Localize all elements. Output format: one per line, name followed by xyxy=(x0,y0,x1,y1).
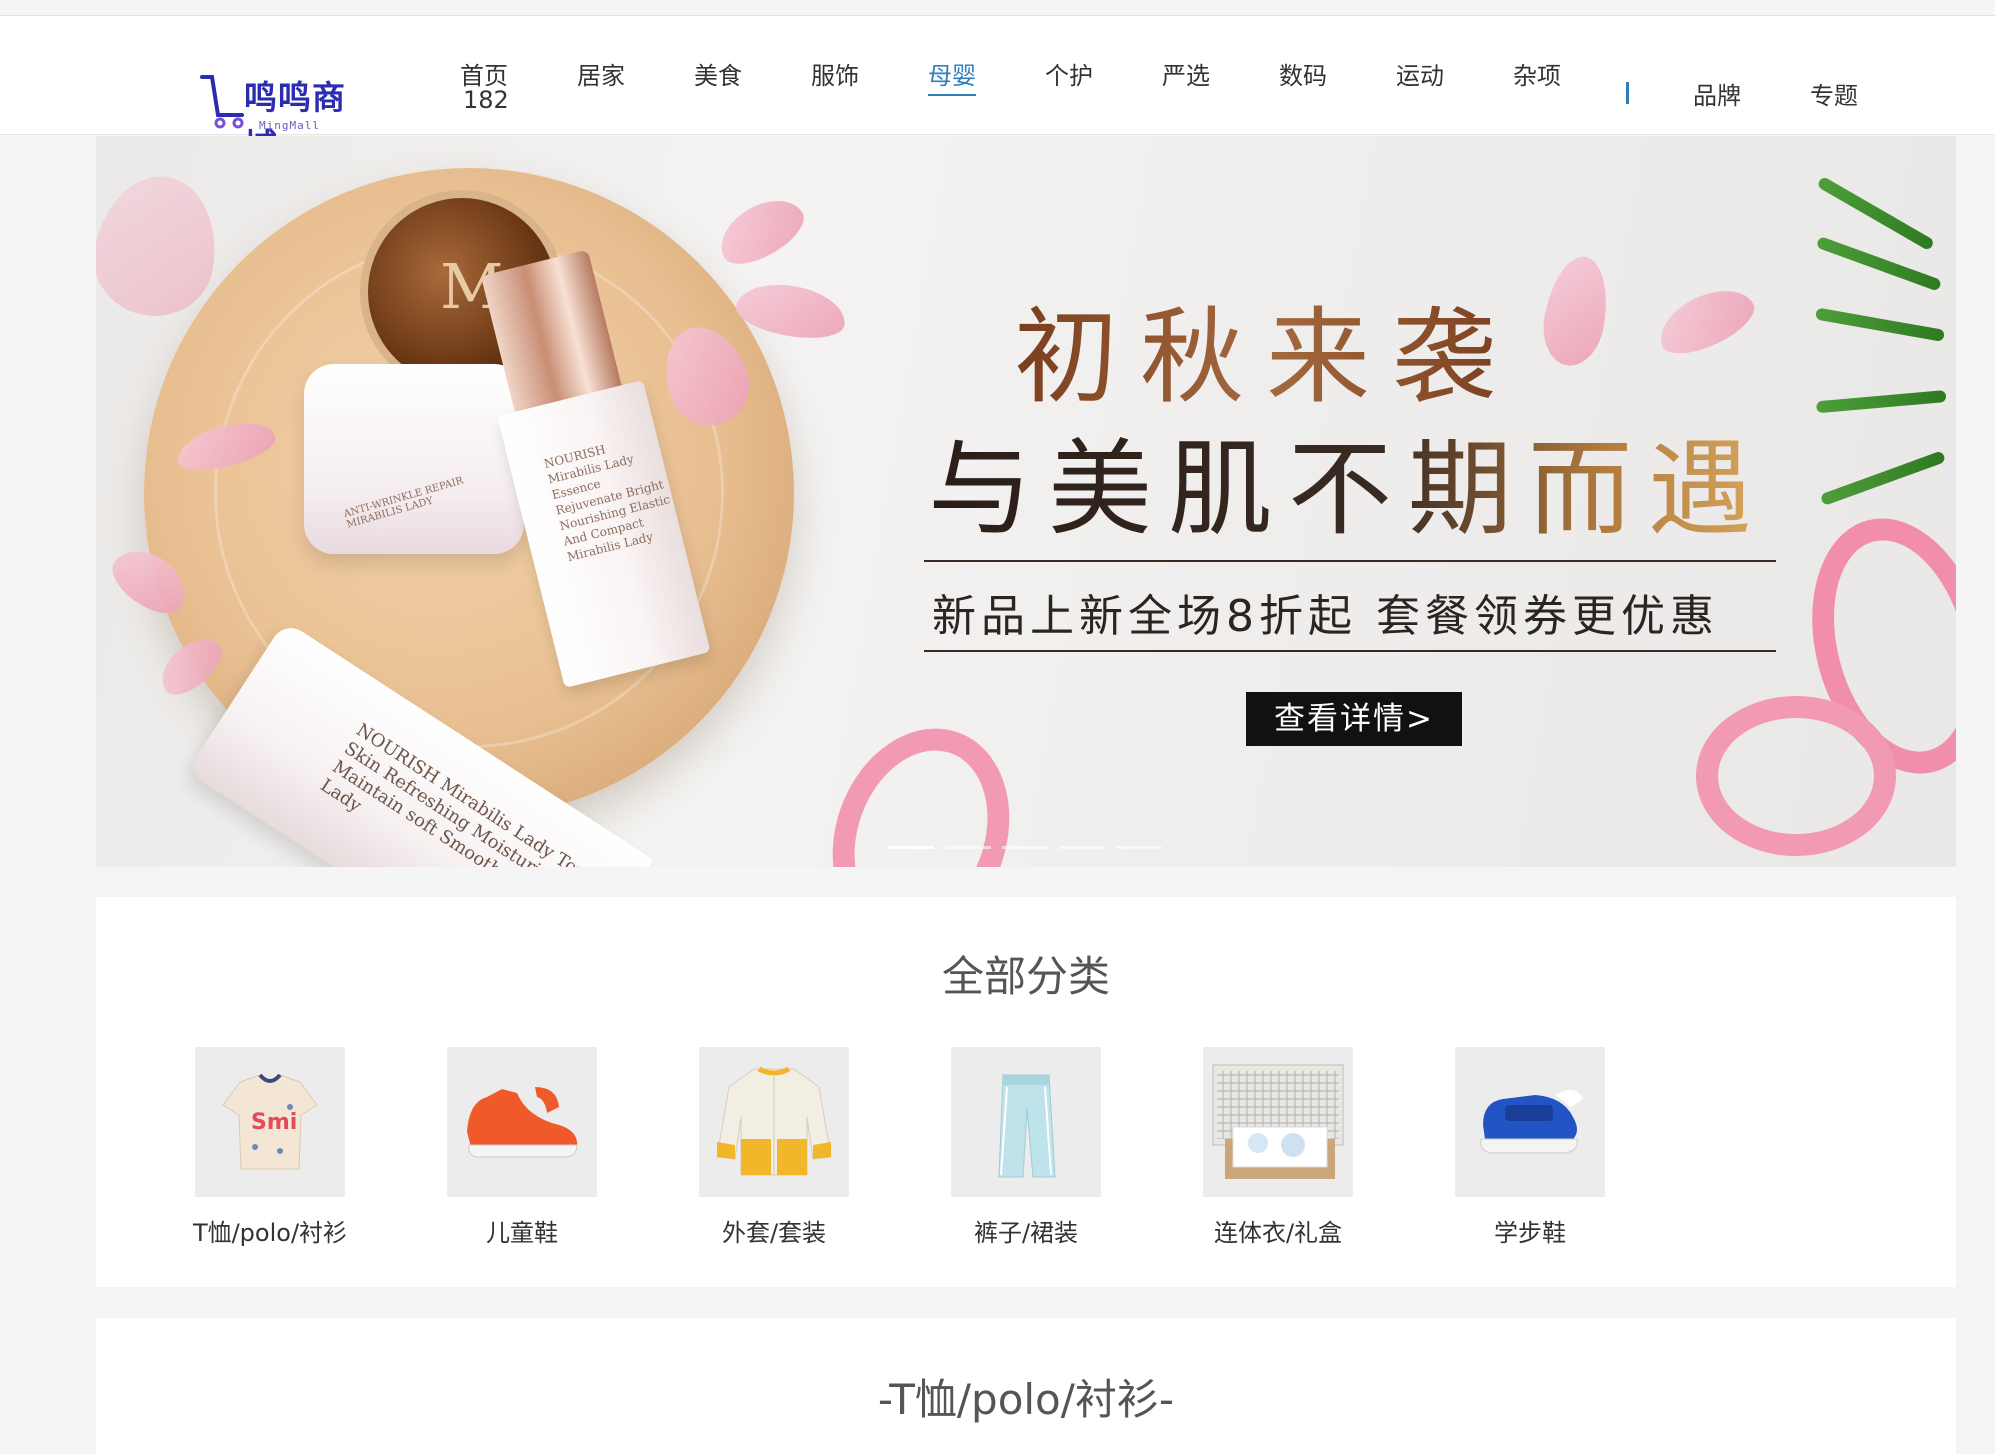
pants-icon[interactable] xyxy=(951,1047,1101,1197)
leaf-decoration xyxy=(1814,307,1946,342)
nav-item-5[interactable]: 个护 xyxy=(1045,56,1093,91)
petal-decoration xyxy=(709,186,813,276)
cart-icon xyxy=(200,75,244,129)
banner-subtitle: 新品上新全场8折起 套餐领券更优惠 xyxy=(932,591,1719,642)
hero-banner[interactable]: M ANTI-WRINKLE REPAIR MIRABILIS LADY NOU… xyxy=(96,136,1956,867)
ribbon-decoration xyxy=(803,703,1039,867)
petal-decoration xyxy=(1536,251,1616,371)
leaf-decoration xyxy=(1815,390,1947,414)
jacket-icon[interactable] xyxy=(699,1047,849,1197)
nav-extra-count: 182 xyxy=(463,86,509,114)
category-label[interactable]: 学步鞋 xyxy=(1430,1213,1630,1248)
category-label[interactable]: T恤/polo/衬衫 xyxy=(170,1213,370,1248)
nav-item-4[interactable]: 母婴 xyxy=(928,56,976,91)
leaf-decoration xyxy=(1816,175,1935,252)
carousel-dot[interactable] xyxy=(1002,846,1048,849)
carousel-dot[interactable] xyxy=(945,846,991,849)
gift-box-icon[interactable] xyxy=(1203,1047,1353,1197)
category-label[interactable]: 儿童鞋 xyxy=(422,1213,622,1248)
nav-item-1[interactable]: 居家 xyxy=(577,56,625,91)
kids-shoe-icon[interactable] xyxy=(447,1047,597,1197)
category-panel: 全部分类 Smi T恤/polo/衬衫 儿童鞋 外套/套装 裤子/裙装 连体衣/礼盒 学步鞋 xyxy=(96,897,1956,1287)
petal-decoration xyxy=(1650,277,1762,365)
right-nav-item-1[interactable]: 专题 xyxy=(1810,76,1858,111)
category-label[interactable]: 连体衣/礼盒 xyxy=(1178,1213,1378,1248)
nav-item-2[interactable]: 美食 xyxy=(694,56,742,91)
ribbon-decoration xyxy=(1696,696,1896,856)
nav-item-3[interactable]: 服饰 xyxy=(811,56,859,91)
svg-text:Smi: Smi xyxy=(251,1110,297,1135)
category-title: 全部分类 xyxy=(941,952,1110,1001)
banner-title: 初秋来袭 xyxy=(1014,272,1518,423)
category-label[interactable]: 裤子/裙装 xyxy=(926,1213,1126,1248)
banner-headline: 与美肌不期而遇 xyxy=(928,404,1768,555)
nav-item-7[interactable]: 数码 xyxy=(1279,56,1327,91)
leaf-decoration xyxy=(1819,450,1947,507)
nav-item-8[interactable]: 运动 xyxy=(1396,56,1444,91)
nav-separator xyxy=(1626,82,1629,104)
nav-item-6[interactable]: 严选 xyxy=(1162,56,1210,91)
section-title: -T恤/polo/衬衫- xyxy=(877,1375,1175,1424)
category-label[interactable]: 外套/套装 xyxy=(674,1213,874,1248)
view-details-button[interactable]: 查看详情> xyxy=(1246,692,1462,746)
nav-item-9[interactable]: 杂项 xyxy=(1513,56,1561,91)
product-section: -T恤/polo/衬衫- xyxy=(96,1318,1956,1454)
right-nav-item-0[interactable]: 品牌 xyxy=(1693,76,1741,111)
tshirt-icon[interactable]: Smi xyxy=(195,1047,345,1197)
logo-subtext: MingMall xyxy=(259,119,320,132)
carousel-dot[interactable] xyxy=(888,846,934,849)
banner-rule-bottom xyxy=(924,650,1776,652)
banner-rule-top xyxy=(924,560,1776,562)
nav-active-underline xyxy=(928,94,976,96)
carousel-dot[interactable] xyxy=(1116,846,1162,849)
site-logo[interactable]: 鸣鸣商城 MingMall xyxy=(200,63,360,165)
site-header: 鸣鸣商城 MingMall 首页居家美食服饰母婴个护严选数码运动杂项 182 品… xyxy=(0,16,1995,165)
toddler-shoe-icon[interactable] xyxy=(1455,1047,1605,1197)
carousel-dot[interactable] xyxy=(1059,846,1105,849)
